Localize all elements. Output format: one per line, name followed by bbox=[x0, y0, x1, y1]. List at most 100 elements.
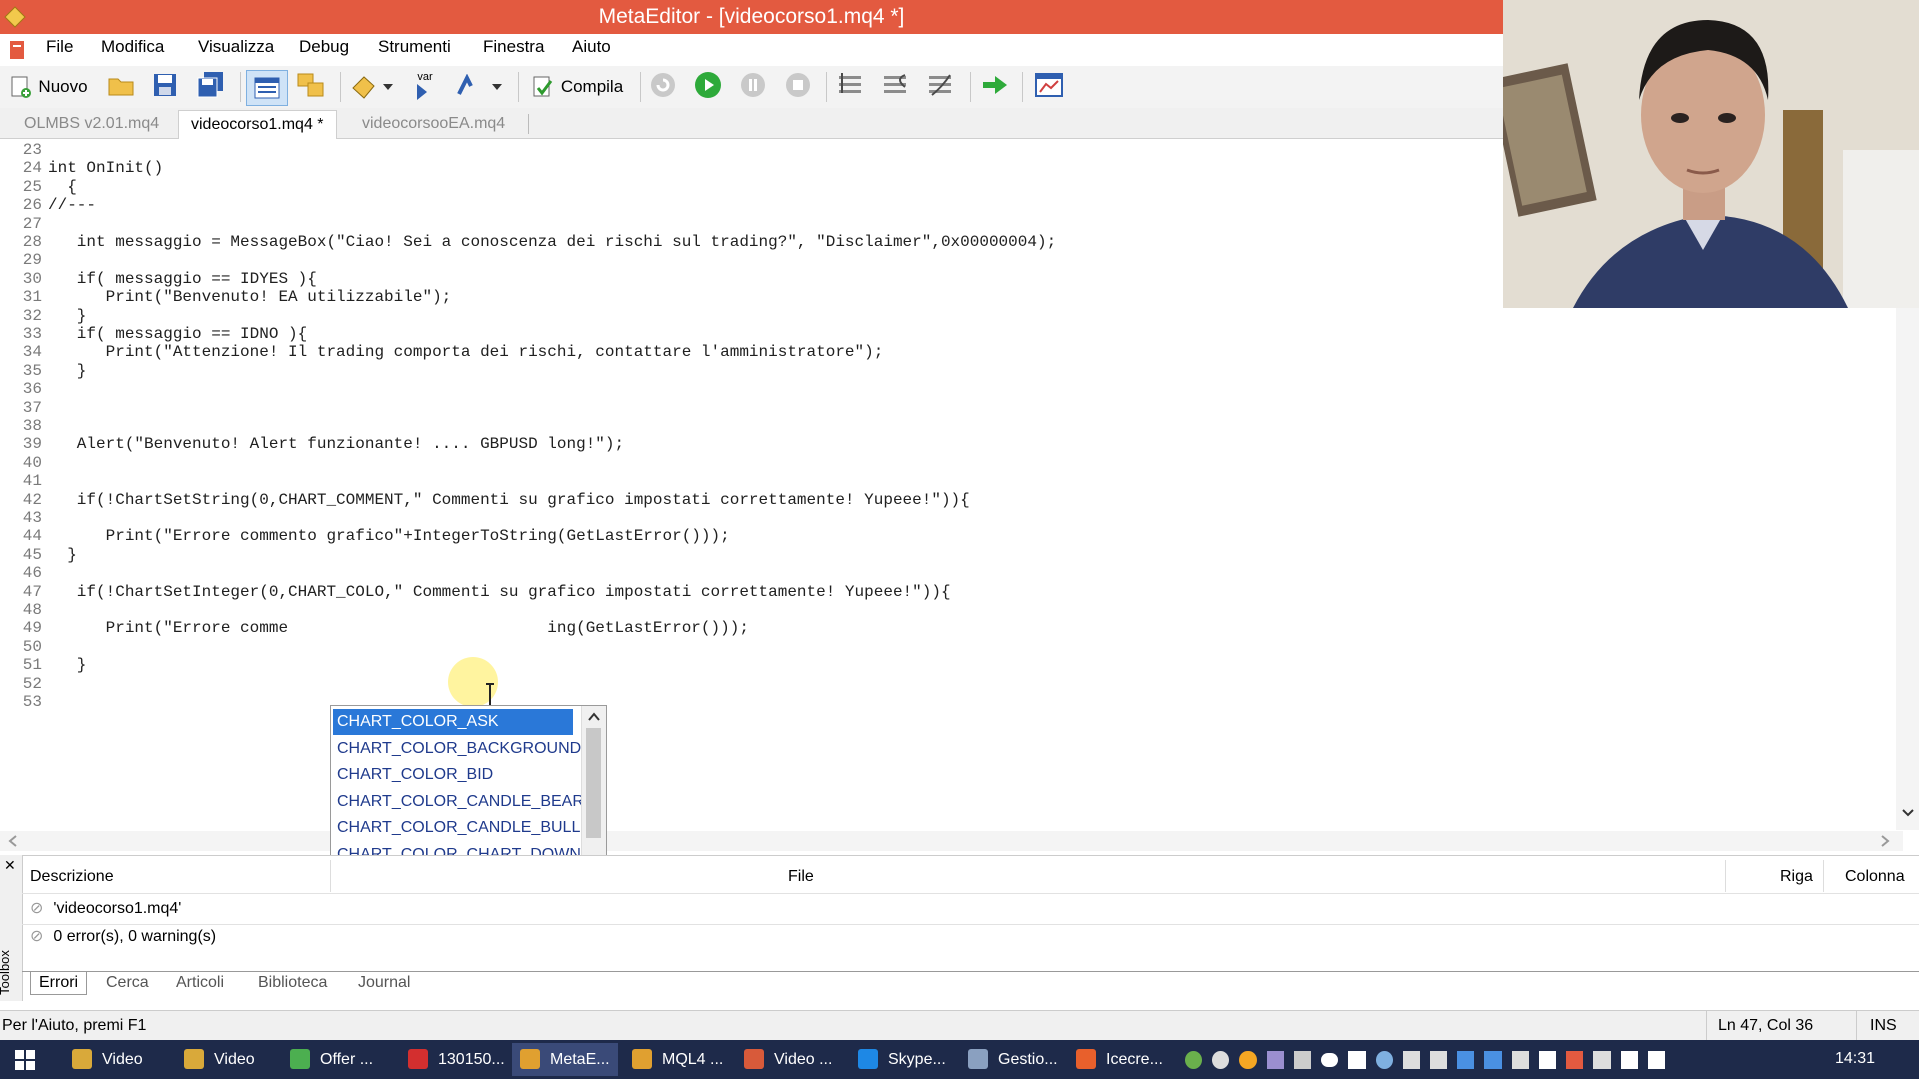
scroll-down-icon[interactable] bbox=[1901, 808, 1915, 818]
app-icon[interactable] bbox=[4, 6, 26, 28]
step-over-button[interactable] bbox=[881, 70, 911, 100]
header-file[interactable]: File bbox=[788, 868, 814, 886]
tray-icon[interactable] bbox=[1185, 1051, 1203, 1069]
tab-journal[interactable]: Journal bbox=[358, 974, 410, 992]
system-tray[interactable] bbox=[1185, 1048, 1665, 1072]
taskbar-item[interactable]: MQL4 ... bbox=[624, 1043, 730, 1076]
tray-icon[interactable] bbox=[1402, 1051, 1420, 1069]
clock[interactable]: 14:31 bbox=[1835, 1050, 1875, 1068]
scroll-left-icon[interactable] bbox=[8, 835, 18, 847]
save-all-button[interactable] bbox=[196, 70, 226, 100]
tab-biblioteca[interactable]: Biblioteca bbox=[258, 974, 327, 992]
code-line[interactable]: Print("Attenzione! Il trading comporta d… bbox=[48, 343, 884, 361]
taskbar-item[interactable]: 130150... bbox=[400, 1043, 506, 1076]
tray-icon[interactable] bbox=[1375, 1051, 1393, 1069]
tab-videocorsooea[interactable]: videocorsooEA.mq4 bbox=[350, 110, 517, 138]
taskbar-item[interactable]: Skype... bbox=[850, 1043, 956, 1076]
new-button[interactable]: Nuovo bbox=[6, 70, 92, 104]
navigator-toggle[interactable] bbox=[246, 70, 288, 106]
scroll-right-icon[interactable] bbox=[1880, 835, 1890, 847]
start-debug-button[interactable] bbox=[693, 70, 723, 100]
tray-icon[interactable] bbox=[1566, 1051, 1584, 1069]
tab-olmbs[interactable]: OLMBS v2.01.mq4 bbox=[12, 110, 171, 138]
menu-strumenti[interactable]: Strumenti bbox=[378, 37, 451, 57]
pause-button[interactable] bbox=[738, 70, 768, 100]
cloud-icon[interactable] bbox=[1321, 1053, 1339, 1067]
code-line[interactable]: } bbox=[48, 362, 87, 380]
autocomplete-item[interactable]: CHART_COLOR_CANDLE_BULL bbox=[337, 815, 580, 841]
printer-icon[interactable] bbox=[1511, 1051, 1529, 1069]
taskbar-item[interactable]: Video ... bbox=[736, 1043, 842, 1076]
autocomplete-item[interactable]: CHART_COLOR_BACKGROUND bbox=[337, 736, 581, 762]
open-button[interactable] bbox=[106, 70, 136, 100]
autocomplete-item[interactable]: CHART_COLOR_CANDLE_BEAR bbox=[337, 789, 584, 815]
windows-icon[interactable] bbox=[1348, 1051, 1366, 1069]
tray-icon[interactable] bbox=[1266, 1051, 1284, 1069]
list-item[interactable]: ⊘ 0 error(s), 0 warning(s) bbox=[30, 926, 216, 946]
tray-icon[interactable] bbox=[1293, 1051, 1312, 1069]
code-line[interactable]: if(!ChartSetString(0,CHART_COMMENT," Com… bbox=[48, 491, 970, 509]
tab-articoli[interactable]: Articoli bbox=[176, 974, 224, 992]
taskbar-item[interactable]: Offer ... bbox=[282, 1043, 388, 1076]
editor-horizontal-scrollbar[interactable] bbox=[0, 831, 1903, 851]
toolbox-toggle[interactable] bbox=[296, 70, 326, 100]
tray-icon[interactable] bbox=[1212, 1051, 1230, 1069]
list-item[interactable]: ⊘'videocorso1.mq4' bbox=[30, 898, 181, 918]
tray-icon[interactable] bbox=[1484, 1051, 1502, 1069]
code-line[interactable]: int OnInit() bbox=[48, 159, 163, 177]
code-line[interactable]: { bbox=[48, 178, 77, 196]
doc-icon[interactable] bbox=[8, 40, 26, 60]
step-out-button[interactable] bbox=[926, 70, 956, 100]
autocomplete-item[interactable]: CHART_COLOR_BID bbox=[337, 762, 573, 788]
taskbar-item[interactable]: Video bbox=[176, 1043, 282, 1076]
menu-visualizza[interactable]: Visualizza bbox=[198, 37, 274, 57]
code-line[interactable]: Alert("Benvenuto! Alert funzionante! ...… bbox=[48, 435, 624, 453]
header-column[interactable]: Colonna bbox=[1845, 868, 1905, 886]
autocomplete-scroll-thumb[interactable] bbox=[586, 728, 601, 838]
code-line[interactable]: //--- bbox=[48, 196, 96, 214]
compile-button[interactable]: Compila bbox=[526, 70, 628, 104]
code-line[interactable]: if( messaggio == IDYES ){ bbox=[48, 270, 317, 288]
save-button[interactable] bbox=[150, 70, 180, 100]
scroll-up-icon[interactable] bbox=[588, 712, 600, 722]
stop-button[interactable] bbox=[783, 70, 813, 100]
code-line[interactable]: Print("Benvenuto! EA utilizzabile"); bbox=[48, 288, 452, 306]
tray-icon[interactable] bbox=[1239, 1051, 1257, 1069]
taskbar-item[interactable]: Icecre... bbox=[1068, 1043, 1174, 1076]
bluetooth-icon[interactable] bbox=[1457, 1051, 1475, 1069]
step-into-button[interactable] bbox=[836, 70, 866, 100]
tab-videocorso1[interactable]: videocorso1.mq4 * bbox=[178, 110, 337, 139]
code-line[interactable]: if( messaggio == IDNO ){ bbox=[48, 325, 307, 343]
taskbar-item[interactable]: Video bbox=[64, 1043, 170, 1076]
windows-start-icon[interactable] bbox=[14, 1049, 36, 1071]
battery-icon[interactable] bbox=[1593, 1051, 1611, 1069]
editor-vertical-scrollbar[interactable] bbox=[1896, 300, 1919, 830]
autocomplete-item[interactable]: CHART_COLOR_ASK bbox=[333, 709, 573, 735]
tray-icon[interactable] bbox=[1429, 1051, 1448, 1069]
tab-errori[interactable]: Errori bbox=[30, 972, 88, 995]
menu-modifica[interactable]: Modifica bbox=[101, 37, 164, 57]
code-line[interactable]: if(!ChartSetInteger(0,CHART_COLO," Comme… bbox=[48, 583, 951, 601]
tab-cerca[interactable]: Cerca bbox=[106, 974, 149, 992]
header-description[interactable]: Descrizione bbox=[30, 868, 114, 886]
menu-file[interactable]: File bbox=[46, 37, 73, 57]
insert-function-button[interactable] bbox=[454, 70, 504, 104]
code-line[interactable]: } bbox=[48, 307, 87, 325]
header-row[interactable]: Riga bbox=[1780, 868, 1813, 886]
flag-icon[interactable] bbox=[1538, 1051, 1557, 1069]
code-line[interactable]: } bbox=[48, 656, 87, 674]
volume-icon[interactable] bbox=[1647, 1051, 1665, 1069]
code-line[interactable]: Print("Errore comme ing(GetLastError()))… bbox=[48, 619, 749, 637]
code-line[interactable]: Print("Errore commento grafico"+IntegerT… bbox=[48, 527, 730, 545]
restart-button[interactable] bbox=[648, 70, 678, 100]
taskbar-item[interactable]: Gestio... bbox=[960, 1043, 1066, 1076]
run-button[interactable] bbox=[980, 70, 1010, 100]
taskbar-item[interactable]: MetaE... bbox=[512, 1043, 618, 1076]
menu-aiuto[interactable]: Aiuto bbox=[572, 37, 611, 57]
menu-finestra[interactable]: Finestra bbox=[483, 37, 544, 57]
code-line[interactable]: } bbox=[48, 546, 77, 564]
styler-button[interactable] bbox=[348, 70, 396, 104]
close-icon[interactable]: ✕ bbox=[4, 857, 16, 874]
terminal-button[interactable] bbox=[1034, 70, 1064, 100]
menu-debug[interactable]: Debug bbox=[299, 37, 349, 57]
